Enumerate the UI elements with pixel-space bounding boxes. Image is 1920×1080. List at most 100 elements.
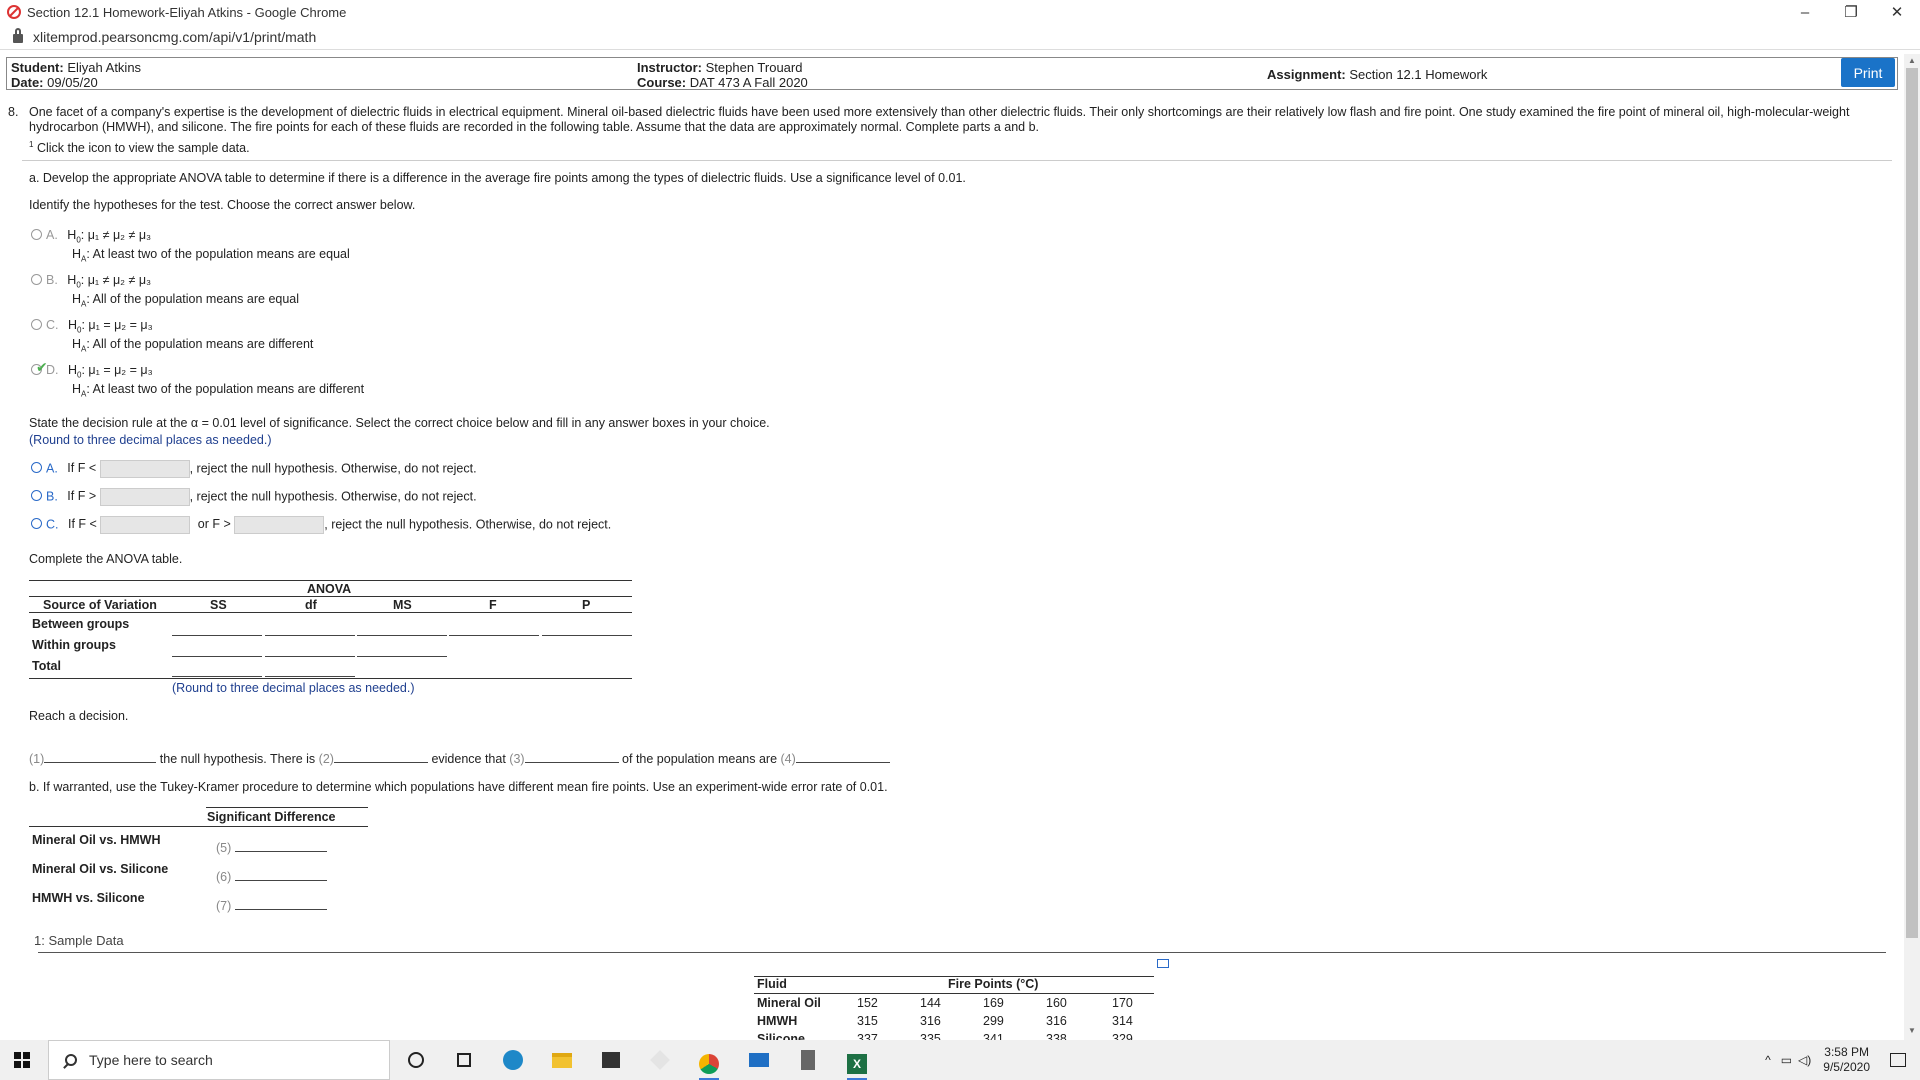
- blank-3-dropdown[interactable]: [524, 751, 619, 763]
- df-between-input[interactable]: [265, 635, 355, 636]
- upper-critical-input[interactable]: [234, 516, 325, 534]
- url-text[interactable]: xlitemprod.pearsoncmg.com/api/v1/print/m…: [33, 29, 316, 45]
- search-placeholder: Type here to search: [89, 1052, 213, 1068]
- anova-header-ms: MS: [393, 598, 412, 612]
- part-a-text: a. Develop the appropriate ANOVA table t…: [29, 171, 966, 185]
- tukey-blank-5[interactable]: (5): [216, 840, 327, 855]
- blocked-page-icon: [7, 5, 21, 19]
- sample-data-note[interactable]: 1 Click the icon to view the sample data…: [29, 140, 250, 155]
- hypothesis-option-c[interactable]: C. H0: μ₁ = μ₂ = μ₃: [31, 318, 153, 335]
- student-label: Student:: [11, 60, 64, 75]
- ss-total-input[interactable]: [172, 676, 262, 677]
- anova-title: ANOVA: [307, 582, 352, 596]
- excel-icon[interactable]: X: [847, 1050, 867, 1080]
- ha-text: At least two of the population means are…: [92, 382, 365, 396]
- hypothesis-option-b[interactable]: B. H0: μ₁ ≠ μ₂ ≠ μ₃: [31, 273, 151, 290]
- network-icon[interactable]: ▭: [1781, 1053, 1792, 1067]
- ms-within-input[interactable]: [357, 656, 447, 657]
- radio-icon[interactable]: [31, 518, 42, 530]
- assignment-header: Student: Eliyah Atkins Date: 09/05/20 In…: [6, 57, 1898, 90]
- lower-critical-input[interactable]: [100, 516, 191, 534]
- part-b-text: b. If warranted, use the Tukey-Kramer pr…: [29, 780, 888, 794]
- rule-option-c[interactable]: C. If F < or F > , reject the null hypot…: [31, 516, 611, 534]
- scroll-thumb[interactable]: [1906, 68, 1918, 938]
- anova-header-df: df: [305, 598, 317, 612]
- assignment-name: Section 12.1 Homework: [1349, 67, 1488, 82]
- df-total-input[interactable]: [265, 676, 355, 677]
- blank-2-dropdown[interactable]: [333, 751, 428, 763]
- critical-value-input[interactable]: [99, 460, 190, 478]
- radio-icon[interactable]: [31, 319, 42, 330]
- instructor-label: Instructor:: [637, 60, 702, 75]
- tukey-row-label: HMWH vs. Silicone: [32, 891, 145, 905]
- sample-col-fluid: Fluid: [757, 977, 787, 991]
- tukey-blank-7[interactable]: (7): [216, 898, 327, 913]
- close-button[interactable]: ✕: [1874, 0, 1920, 24]
- ha-text: All of the population means are differen…: [92, 337, 314, 351]
- rule-option-a[interactable]: A. If F < , reject the null hypothesis. …: [31, 460, 477, 478]
- scroll-up-arrow-icon[interactable]: ▲: [1904, 56, 1920, 66]
- store-icon[interactable]: [601, 1050, 621, 1070]
- radio-icon[interactable]: [31, 462, 42, 474]
- p-input[interactable]: [542, 635, 632, 636]
- anova-prompt: Complete the ANOVA table.: [29, 552, 183, 566]
- edge-icon[interactable]: [503, 1050, 523, 1070]
- note-superscript: 1: [29, 140, 34, 149]
- windows-start-icon[interactable]: [14, 1052, 30, 1068]
- scroll-down-arrow-icon[interactable]: ▼: [1904, 1026, 1920, 1038]
- anova-row-between: Between groups: [32, 617, 130, 631]
- anova-round-note: (Round to three decimal places as needed…: [172, 681, 415, 695]
- minimize-button[interactable]: –: [1782, 0, 1828, 24]
- notifications-icon[interactable]: [1890, 1053, 1906, 1067]
- print-button[interactable]: Print: [1841, 58, 1895, 87]
- dropbox-icon[interactable]: [650, 1050, 670, 1070]
- ss-between-input[interactable]: [172, 635, 262, 636]
- ms-between-input[interactable]: [357, 635, 447, 636]
- taskbar-search-box[interactable]: Type here to search: [48, 1040, 390, 1080]
- date-label: Date:: [11, 75, 44, 90]
- cortana-icon[interactable]: [406, 1050, 426, 1070]
- tukey-blank-6[interactable]: (6): [216, 869, 327, 884]
- radio-icon[interactable]: [31, 274, 42, 285]
- blank-1-dropdown[interactable]: [44, 751, 157, 763]
- mail-icon[interactable]: [749, 1050, 769, 1070]
- show-hidden-icons-icon[interactable]: ^: [1765, 1053, 1771, 1067]
- h0-text: μ₁ = μ₂ = μ₃: [88, 363, 153, 377]
- df-within-input[interactable]: [265, 656, 355, 657]
- critical-value-input[interactable]: [99, 488, 190, 506]
- tukey-row-label: Mineral Oil vs. Silicone: [32, 862, 169, 876]
- h0-text: μ₁ ≠ μ₂ ≠ μ₃: [87, 273, 152, 287]
- hypothesis-option-d[interactable]: D. H0: μ₁ = μ₂ = μ₃: [31, 363, 153, 380]
- ss-within-input[interactable]: [172, 656, 262, 657]
- decision-sentence: (1) the null hypothesis. There is (2) ev…: [29, 751, 890, 766]
- h0-text: μ₁ = μ₂ = μ₃: [88, 318, 153, 332]
- task-view-icon[interactable]: [454, 1050, 474, 1070]
- assignment-label: Assignment:: [1267, 67, 1346, 82]
- f-input[interactable]: [449, 635, 539, 636]
- file-explorer-icon[interactable]: [552, 1050, 572, 1070]
- hypothesis-option-a[interactable]: A. H0: μ₁ ≠ μ₂ ≠ μ₃: [31, 228, 151, 245]
- volume-icon[interactable]: ◁): [1798, 1053, 1811, 1067]
- date-value: 09/05/20: [47, 75, 98, 90]
- tukey-row-label: Mineral Oil vs. HMWH: [32, 833, 161, 847]
- blank-4-dropdown[interactable]: [795, 751, 890, 763]
- calculator-icon[interactable]: [798, 1050, 818, 1070]
- anova-header-ss: SS: [210, 598, 227, 612]
- clock-time: 3:58 PM: [1824, 1045, 1869, 1059]
- note-text: Click the icon to view the sample data.: [36, 141, 250, 156]
- chrome-icon[interactable]: [699, 1050, 719, 1080]
- radio-icon[interactable]: [31, 490, 42, 502]
- expand-icon[interactable]: [1157, 959, 1169, 968]
- clock[interactable]: 3:58 PM 9/5/2020: [1823, 1045, 1870, 1075]
- lock-icon: [13, 28, 23, 43]
- rule-option-b[interactable]: B. If F > , reject the null hypothesis. …: [31, 488, 477, 506]
- course-label: Course:: [637, 75, 687, 90]
- radio-icon[interactable]: [31, 229, 42, 240]
- address-bar[interactable]: xlitemprod.pearsoncmg.com/api/v1/print/m…: [0, 24, 1920, 50]
- anova-header-p: P: [582, 598, 591, 612]
- sample-col-points: Fire Points (°C): [948, 977, 1039, 991]
- browser-title-bar: Section 12.1 Homework-Eliyah Atkins - Go…: [0, 0, 1920, 24]
- question-content: 8. One facet of a company's expertise is…: [0, 100, 1900, 1040]
- decision-rule-prompt: State the decision rule at the α = 0.01 …: [29, 416, 770, 430]
- restore-button[interactable]: ❐: [1828, 0, 1874, 24]
